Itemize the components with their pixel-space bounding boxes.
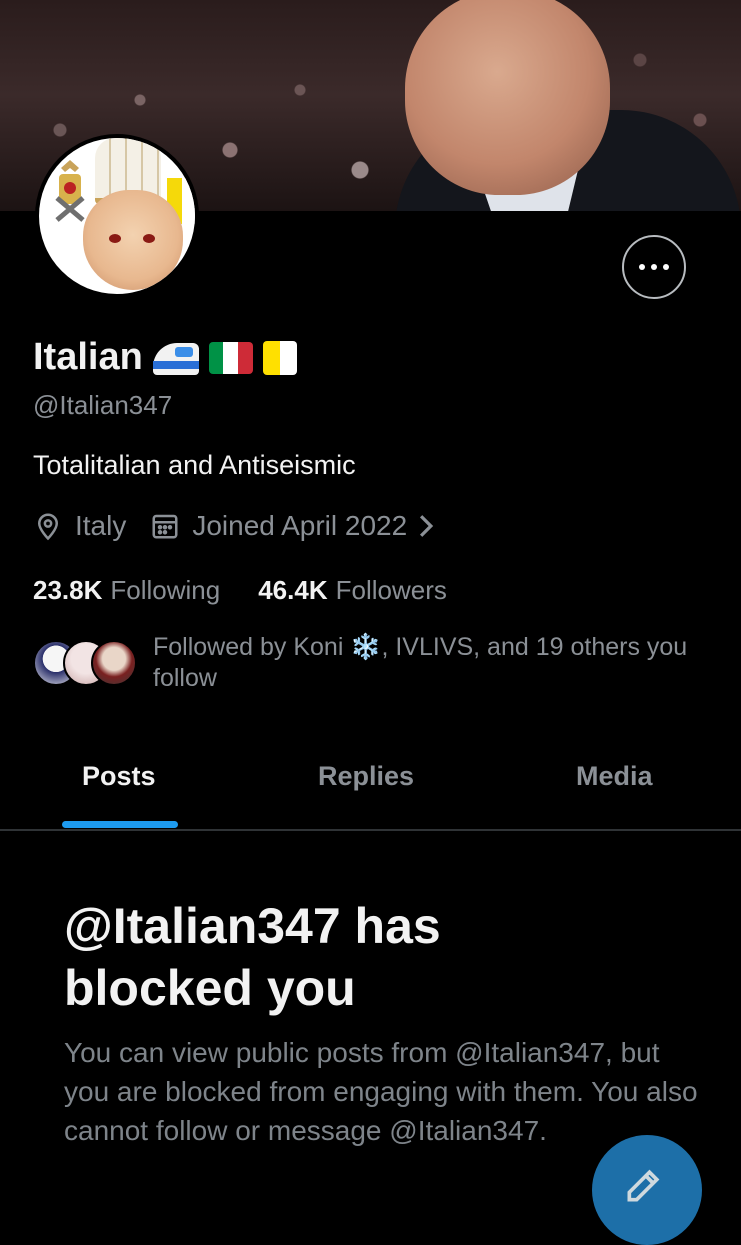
joined-item[interactable]: Joined April 2022 (150, 510, 435, 542)
cat-eye (109, 234, 121, 243)
coat-of-arms-icon (55, 160, 85, 222)
dot-icon (651, 264, 657, 270)
following-link[interactable]: 23.8K Following (33, 575, 220, 606)
tab-replies[interactable]: Replies (318, 761, 414, 792)
tabs-divider (0, 829, 741, 831)
followed-by-text: Followed by Koni ❄️, IVLIVS, and 19 othe… (153, 633, 688, 692)
followers-count: 46.4K (258, 575, 328, 605)
location-pin-icon (37, 513, 59, 541)
dot-icon (663, 264, 669, 270)
blocked-body: You can view public posts from @Italian3… (64, 1037, 698, 1146)
cat-face (83, 190, 183, 290)
compose-icon (627, 1169, 660, 1202)
following-label: Following (110, 575, 221, 605)
following-count: 23.8K (33, 575, 103, 605)
profile-bio: Totalitalian and Antiseismic (33, 450, 356, 480)
location-text: Italy (75, 510, 127, 541)
italy-flag-icon (208, 341, 253, 374)
avatar-image (39, 138, 195, 294)
followed-by-row[interactable]: Followed by Koni ❄️, IVLIVS, and 19 othe… (33, 632, 703, 694)
compose-post-button[interactable] (592, 1135, 702, 1245)
location-item: Italy (33, 510, 126, 542)
tab-media[interactable]: Media (576, 761, 653, 792)
profile-name: Italian (33, 336, 143, 378)
calendar-icon (152, 514, 178, 539)
follow-stats: 23.8K Following 46.4K Followers (33, 575, 485, 606)
chevron-right-icon (420, 515, 434, 537)
cat-eye (143, 234, 155, 243)
profile-tabs: Posts Replies Media (0, 755, 741, 830)
avatar (91, 640, 137, 686)
profile-avatar[interactable] (35, 134, 199, 298)
dot-icon (639, 264, 645, 270)
followers-label: Followers (335, 575, 447, 605)
profile-name-row: Italian (33, 336, 297, 379)
vatican-flag-icon (262, 340, 297, 375)
followers-link[interactable]: 46.4K Followers (258, 575, 447, 606)
more-options-button[interactable] (622, 235, 686, 299)
banner-person-head (405, 0, 610, 195)
followed-by-avatars (33, 640, 137, 688)
tab-posts[interactable]: Posts (82, 761, 156, 792)
joined-text: Joined April 2022 (192, 510, 408, 541)
train-emoji-icon (152, 339, 199, 377)
profile-meta-row: Italy Joined April 2022 (33, 510, 459, 542)
active-tab-indicator (62, 821, 178, 828)
profile-handle: @Italian347 (33, 390, 173, 420)
blocked-title: @Italian347 has blocked you (64, 898, 441, 1016)
